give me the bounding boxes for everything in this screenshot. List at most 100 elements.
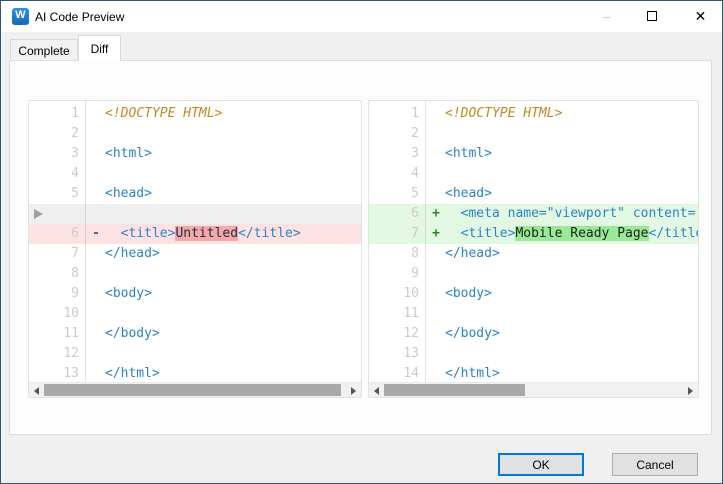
line-number: 1 bbox=[369, 104, 419, 124]
code-row: 6 + <meta name="viewport" content= bbox=[369, 204, 698, 224]
code-row: 14 </html> bbox=[369, 364, 698, 382]
code-rows: 1 <!DOCTYPE HTML> 23 <html> 45 <head> 6- <titl… bbox=[29, 104, 361, 382]
scroll-left-arrow[interactable] bbox=[369, 383, 384, 398]
hscrollbar[interactable] bbox=[29, 382, 361, 397]
code-text: </html> bbox=[105, 364, 160, 382]
tab-diff[interactable]: Diff bbox=[78, 35, 121, 61]
close-button[interactable]: ✕ bbox=[678, 1, 723, 31]
code-row: 11 bbox=[369, 304, 698, 324]
code-row: 5 <head> bbox=[29, 184, 361, 204]
code-text: </head> bbox=[445, 244, 500, 264]
code-text: <body> bbox=[445, 284, 492, 304]
gutter-divider bbox=[85, 101, 86, 382]
code-row: 9 bbox=[369, 264, 698, 284]
code-row: 2 bbox=[369, 124, 698, 144]
title-bar: W⌄ AI Code Preview – ✕ bbox=[1, 1, 722, 32]
diff-removed-marker: - bbox=[89, 224, 103, 244]
code-text: <title>Untitled</title> bbox=[105, 224, 301, 244]
code-text: <meta name="viewport" content= bbox=[445, 204, 695, 224]
diff-filler-row bbox=[29, 204, 361, 224]
line-number: 9 bbox=[29, 284, 79, 304]
code-row: 1 <!DOCTYPE HTML> bbox=[369, 104, 698, 124]
code-row: 13 </html> bbox=[29, 364, 361, 382]
line-number: 8 bbox=[29, 264, 79, 284]
code-text: <title>Mobile Ready Page</title> bbox=[445, 224, 698, 244]
code-row: 3<html> bbox=[369, 144, 698, 164]
code-row: 7 + <title>Mobile Ready Page</title> bbox=[369, 224, 698, 244]
code-row: 8 </head> bbox=[369, 244, 698, 264]
code-row: 3 <html> bbox=[29, 144, 361, 164]
line-number: 2 bbox=[369, 124, 419, 144]
replace-with-panel: 1 <!DOCTYPE HTML> 23<html>45 <head> 6 + <meta… bbox=[368, 100, 699, 398]
line-number: 13 bbox=[369, 344, 419, 364]
code-text: <!DOCTYPE HTML> bbox=[105, 104, 222, 124]
app-icon: W⌄ bbox=[12, 8, 29, 25]
scroll-right-arrow[interactable] bbox=[346, 383, 361, 398]
line-number: 12 bbox=[369, 324, 419, 344]
minimize-button: – bbox=[584, 1, 629, 31]
line-number: 5 bbox=[369, 184, 419, 204]
hscrollbar-thumb[interactable] bbox=[384, 384, 525, 396]
code-row: 12 bbox=[29, 344, 361, 364]
line-number: 10 bbox=[369, 284, 419, 304]
line-number: 4 bbox=[369, 164, 419, 184]
code-row: 10 bbox=[29, 304, 361, 324]
maximize-button[interactable] bbox=[629, 1, 674, 31]
close-icon: ✕ bbox=[695, 8, 707, 25]
tab-complete[interactable]: Complete bbox=[10, 39, 78, 61]
line-number: 7 bbox=[29, 244, 79, 264]
line-number: 11 bbox=[369, 304, 419, 324]
line-number: 7 bbox=[369, 224, 419, 244]
line-number: 14 bbox=[369, 364, 419, 382]
ai-code-preview-dialog: W⌄ AI Code Preview – ✕ Complete Diff Cur… bbox=[0, 0, 723, 484]
line-number: 6 bbox=[369, 204, 419, 224]
code-text: </head> bbox=[105, 244, 160, 264]
code-row: 8 bbox=[29, 264, 361, 284]
cancel-button[interactable]: Cancel bbox=[612, 453, 698, 476]
line-number: 3 bbox=[29, 144, 79, 164]
code-text: <head> bbox=[445, 184, 492, 204]
line-number: 1 bbox=[29, 104, 79, 124]
code-text: <!DOCTYPE HTML> bbox=[445, 104, 562, 124]
code-text: <head> bbox=[105, 184, 152, 204]
code-row: 4 bbox=[29, 164, 361, 184]
code-row: 12 </body> bbox=[369, 324, 698, 344]
code-text: <body> bbox=[105, 284, 152, 304]
current-selection-panel: 1 <!DOCTYPE HTML> 23 <html> 45 <head> 6- <titl… bbox=[28, 100, 362, 398]
code-row: 13 bbox=[369, 344, 698, 364]
window-title: AI Code Preview bbox=[35, 10, 124, 24]
line-number: 13 bbox=[29, 364, 79, 382]
line-number: 5 bbox=[29, 184, 79, 204]
code-row: 7 </head> bbox=[29, 244, 361, 264]
diff-added-marker: + bbox=[429, 204, 443, 224]
code-row: 10 <body> bbox=[369, 284, 698, 304]
code-row: 9 <body> bbox=[29, 284, 361, 304]
diff-marker-triangle-icon bbox=[34, 209, 43, 219]
line-number: 10 bbox=[29, 304, 79, 324]
line-number: 2 bbox=[29, 124, 79, 144]
scroll-left-arrow[interactable] bbox=[29, 383, 44, 398]
code-row: 2 bbox=[29, 124, 361, 144]
line-number: 8 bbox=[369, 244, 419, 264]
line-number: 12 bbox=[29, 344, 79, 364]
code-row: 6- <title>Untitled</title> bbox=[29, 224, 361, 244]
hscrollbar-thumb[interactable] bbox=[44, 384, 341, 396]
hscrollbar[interactable] bbox=[369, 382, 698, 397]
code-row: 4 bbox=[369, 164, 698, 184]
code-text: <html> bbox=[105, 144, 152, 164]
code-row: 11 </body> bbox=[29, 324, 361, 344]
code-row: 1 <!DOCTYPE HTML> bbox=[29, 104, 361, 124]
line-number: 11 bbox=[29, 324, 79, 344]
app-icon-arrow: ⌄ bbox=[21, 20, 29, 29]
line-number: 4 bbox=[29, 164, 79, 184]
diff-added-marker: + bbox=[429, 224, 443, 244]
code-text: </body> bbox=[105, 324, 160, 344]
ok-button[interactable]: OK bbox=[498, 453, 584, 476]
code-text: </body> bbox=[445, 324, 500, 344]
scroll-right-arrow[interactable] bbox=[683, 383, 698, 398]
line-number: 6 bbox=[29, 224, 79, 244]
code-text: </html> bbox=[445, 364, 500, 382]
line-number: 3 bbox=[369, 144, 419, 164]
gutter-divider bbox=[425, 101, 426, 382]
code-rows: 1 <!DOCTYPE HTML> 23<html>45 <head> 6 + <meta… bbox=[369, 104, 698, 382]
